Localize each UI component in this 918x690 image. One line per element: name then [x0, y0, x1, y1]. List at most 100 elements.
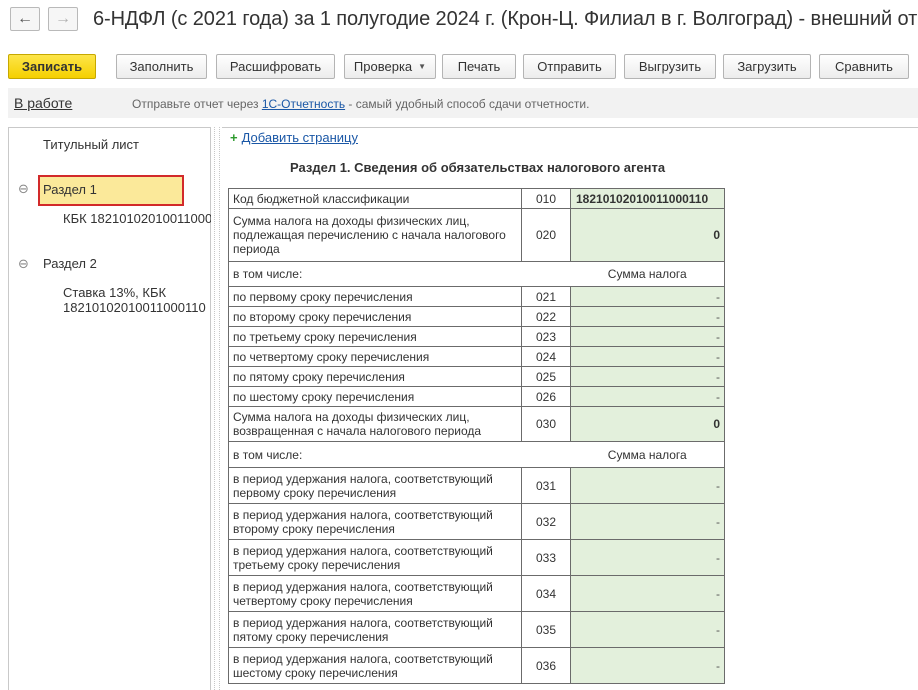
section-tree: Титульный лист ⊖ Раздел 1 КБК 1821010201… [8, 127, 211, 690]
report-form: + Добавить страницу Раздел 1. Сведения об… [222, 127, 918, 690]
toolbar: Записать Заполнить Расшифровать Проверка… [0, 54, 918, 80]
r030-code: 030 [521, 406, 571, 442]
row-036-value-field[interactable]: - [570, 647, 725, 684]
compare-button[interactable]: Сравнить [819, 54, 909, 79]
row-021-label: по первому сроку перечисления [228, 286, 522, 307]
row-026-value-field[interactable]: - [570, 386, 725, 407]
table-row: в том числе: Сумма налога [228, 441, 725, 468]
row-031-value-field[interactable]: - [570, 467, 725, 504]
r030-label: Сумма налога на доходы физических лиц, в… [228, 406, 522, 442]
import-button[interactable]: Загрузить [723, 54, 811, 79]
window-title: 6-НДФЛ (с 2021 года) за 1 полугодие 2024… [93, 8, 918, 30]
table-row: по третьему сроку перечисления 023 - [228, 326, 725, 347]
tree-item-title-page[interactable]: Титульный лист [43, 137, 139, 152]
row-021-value-field[interactable]: - [570, 286, 725, 307]
row-023-value-field[interactable]: - [570, 326, 725, 347]
row-035-value-field[interactable]: - [570, 611, 725, 648]
row-034-label: в период удержания налога, соответствующ… [228, 575, 522, 612]
reporting-link[interactable]: 1С-Отчетность [262, 97, 345, 111]
tree-item-section-2[interactable]: Раздел 2 [43, 256, 97, 271]
collapse-icon[interactable]: ⊖ [18, 256, 29, 272]
check-button-label: Проверка [353, 59, 413, 74]
tax-sum-header: Сумма налога [570, 261, 725, 287]
status-message-prefix: Отправьте отчет через [132, 97, 262, 111]
row-026-code: 026 [521, 386, 571, 407]
table-row: по первому сроку перечисления 021 - [228, 286, 725, 307]
table-row: в период удержания налога, соответствующ… [228, 467, 725, 504]
status-line: В работе Отправьте отчет через 1С-Отчетн… [0, 88, 918, 118]
row-033-code: 033 [521, 539, 571, 576]
forward-button[interactable]: → [48, 7, 78, 31]
table-row: в период удержания налога, соответствующ… [228, 575, 725, 612]
r020-label: Сумма налога на доходы физических лиц, п… [228, 208, 522, 262]
chevron-down-icon: ▼ [418, 62, 427, 71]
tax-sum-header-2: Сумма налога [570, 441, 725, 468]
incl-label: в том числе: [228, 261, 571, 287]
table-row: Сумма налога на доходы физических лиц, п… [228, 208, 725, 262]
row-021-code: 021 [521, 286, 571, 307]
table-row: в том числе: Сумма налога [228, 261, 725, 287]
kbk-value-field[interactable]: 18210102010011000110 [570, 188, 725, 209]
row-031-code: 031 [521, 467, 571, 504]
tree-item-section-2-rate[interactable]: Ставка 13%, КБК 18210102010011000110 [63, 285, 209, 315]
row-032-label: в период удержания налога, соответствующ… [228, 503, 522, 540]
row-024-label: по четвертому сроку перечисления [228, 346, 522, 367]
table-row: в период удержания налога, соответствующ… [228, 503, 725, 540]
row-032-code: 032 [521, 503, 571, 540]
tree-item-section-1-kbk[interactable]: КБК 18210102010011000110 [63, 211, 211, 226]
table-row: по второму сроку перечисления 022 - [228, 306, 725, 327]
row-034-code: 034 [521, 575, 571, 612]
panel-splitter[interactable] [214, 127, 220, 690]
table-row: в период удержания налога, соответствующ… [228, 539, 725, 576]
save-button[interactable]: Записать [8, 54, 96, 79]
send-button[interactable]: Отправить [523, 54, 616, 79]
r020-value-field[interactable]: 0 [570, 208, 725, 262]
table-row: Код бюджетной классификации 010 18210102… [228, 188, 725, 209]
plus-icon: + [230, 130, 238, 145]
row-022-label: по второму сроку перечисления [228, 306, 522, 327]
kbk-code: 010 [521, 188, 571, 209]
check-dropdown-button[interactable]: Проверка ▼ [344, 54, 436, 79]
r030-value-field[interactable]: 0 [570, 406, 725, 442]
fill-button[interactable]: Заполнить [116, 54, 207, 79]
decode-button[interactable]: Расшифровать [216, 54, 335, 79]
row-025-code: 025 [521, 366, 571, 387]
row-034-value-field[interactable]: - [570, 575, 725, 612]
row-022-value-field[interactable]: - [570, 306, 725, 327]
row-036-label: в период удержания налога, соответствующ… [228, 647, 522, 684]
tree-item-section-2-rate-line1: Ставка 13%, КБК [63, 285, 167, 300]
section-title: Раздел 1. Сведения об обязательствах нал… [290, 160, 666, 175]
tree-item-section-1[interactable]: Раздел 1 [43, 182, 97, 197]
add-page-link[interactable]: + Добавить страницу [230, 130, 358, 145]
collapse-icon[interactable]: ⊖ [18, 181, 29, 197]
row-036-code: 036 [521, 647, 571, 684]
row-025-label: по пятому сроку перечисления [228, 366, 522, 387]
table-row: по пятому сроку перечисления 025 - [228, 366, 725, 387]
incl-label-2: в том числе: [228, 441, 571, 468]
row-023-code: 023 [521, 326, 571, 347]
r020-code: 020 [521, 208, 571, 262]
row-032-value-field[interactable]: - [570, 503, 725, 540]
row-024-value-field[interactable]: - [570, 346, 725, 367]
row-025-value-field[interactable]: - [570, 366, 725, 387]
table-row: по четвертому сроку перечисления 024 - [228, 346, 725, 367]
row-026-label: по шестому сроку перечисления [228, 386, 522, 407]
row-022-code: 022 [521, 306, 571, 327]
row-031-label: в период удержания налога, соответствующ… [228, 467, 522, 504]
table-row: по шестому сроку перечисления 026 - [228, 386, 725, 407]
export-button[interactable]: Выгрузить [624, 54, 716, 79]
row-033-label: в период удержания налога, соответствующ… [228, 539, 522, 576]
table-row: в период удержания налога, соответствующ… [228, 647, 725, 684]
status-link[interactable]: В работе [14, 95, 72, 111]
print-button[interactable]: Печать [442, 54, 516, 79]
table-row: в период удержания налога, соответствующ… [228, 611, 725, 648]
tree-item-section-2-rate-line2: 18210102010011000110 [63, 300, 206, 315]
row-023-label: по третьему сроку перечисления [228, 326, 522, 347]
back-button[interactable]: ← [10, 7, 40, 31]
row-033-value-field[interactable]: - [570, 539, 725, 576]
add-page-label: Добавить страницу [241, 130, 358, 145]
row-035-label: в период удержания налога, соответствующ… [228, 611, 522, 648]
title-bar: ← → 6-НДФЛ (с 2021 года) за 1 полугодие … [0, 0, 918, 40]
status-message-suffix: - самый удобный способ сдачи отчетности. [345, 97, 590, 111]
arrow-left-icon: ← [17, 10, 33, 27]
